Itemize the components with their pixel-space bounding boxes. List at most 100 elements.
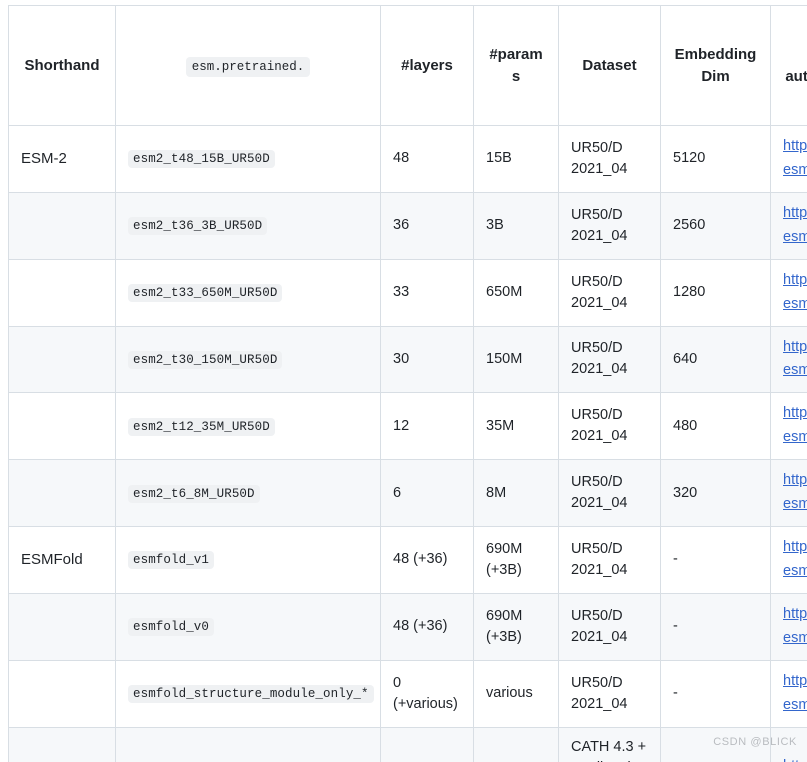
model-url-line-1: https://dl.fbaipublicfiles.com/fair-: [783, 539, 807, 556]
cell-model-url: https://dl.fbaipublicfiles.com/fair-esm/…: [770, 659, 807, 728]
esm-pretrained-models-table: Shorthand esm.pretrained. #layers #param…: [8, 5, 807, 762]
table-row: esm2_t33_650M_UR50D 33 650M UR50/D 2021_04 1…: [8, 258, 807, 327]
cell-model-url: https://dl.fbaipublicfiles.com/fair-esm/…: [770, 125, 807, 193]
cell-layers: 20: [380, 726, 474, 762]
cell-api-name: esm2_t6_8M_UR50D: [115, 459, 381, 528]
model-url-link[interactable]: https://dl.fbaipublicfiles.com/fair-esm/…: [783, 336, 807, 384]
table-header: Shorthand esm.pretrained. #layers #param…: [8, 5, 807, 126]
model-url-link[interactable]: https://dl.fbaipublicfiles.com/fair-esm/…: [783, 202, 807, 250]
table-row: ESM-IF1esm_if1_gvp4_t16_142M_UR5020124MC…: [8, 726, 807, 762]
cell-params: 124M: [473, 726, 559, 762]
cell-model-url: https://dl.fbaipublicfiles.com/fair-esm/…: [770, 191, 807, 260]
page-root: Shorthand esm.pretrained. #layers #param…: [0, 0, 807, 762]
table-body: ESM-2 esm2_t48_15B_UR50D 48 15B UR50/D 2021_…: [8, 125, 807, 762]
column-header-shorthand-label: Shorthand: [24, 56, 100, 74]
cell-embedding-dim: 480: [660, 392, 771, 461]
cell-dataset: UR50/D 2021_04: [558, 125, 661, 193]
cell-dataset: UR50/D 2021_04: [558, 459, 661, 528]
cell-layers: 33: [380, 258, 474, 327]
model-url-line-2: esm/models/esm2_t30_150M_UR50D.pt: [783, 362, 807, 379]
model-url-link[interactable]: https://dl.fbaipublicfiles.com/fair-esm/…: [783, 670, 807, 718]
cell-model-url: https://dl.fbaipublicfiles.com/fair-esm/…: [770, 592, 807, 661]
cell-api-name: esmfold_structure_module_only_*: [115, 659, 381, 728]
model-url-line-2: esm/models/esm2_t6_8M_UR50D.pt: [783, 496, 807, 513]
cell-shorthand: [8, 459, 116, 528]
cell-api-name: esm2_t30_150M_UR50D: [115, 325, 381, 394]
column-header-params-label: #params: [489, 45, 543, 85]
column-header-model-url-label: Model URL. Download automatically loaded…: [785, 67, 807, 85]
api-name-code: esmfold_structure_module_only_*: [128, 685, 374, 704]
model-url-link[interactable]: https://dl.fbaipublicfiles.com/fair-esm/…: [783, 536, 807, 584]
model-url-link[interactable]: https://dl.fbaipublicfiles.com/fair-esm/…: [783, 603, 807, 651]
cell-dataset: UR50/D 2021_04: [558, 526, 661, 594]
cell-model-url: https://dl.fbaipublicfiles.com/fair-esm/…: [770, 726, 807, 762]
column-header-embedding-dim: Embedding Dim: [660, 5, 771, 126]
cell-model-url: https://dl.fbaipublicfiles.com/fair-esm/…: [770, 392, 807, 461]
model-url-line-1: https://dl.fbaipublicfiles.com/fair-: [783, 271, 807, 288]
model-url-line-1: https://dl.fbaipublicfiles.com/fair-: [783, 204, 807, 221]
api-name-code: esm2_t48_15B_UR50D: [128, 150, 275, 169]
model-url-link[interactable]: https://dl.fbaipublicfiles.com/fair-esm/…: [783, 135, 807, 183]
cell-embedding-dim: -: [660, 659, 771, 728]
model-url-line-1: https://dl.fbaipublicfiles.com/fair-: [783, 672, 807, 689]
model-url-line-1: https://dl.fbaipublicfiles.com/fair-: [783, 405, 807, 422]
cell-layers: 30: [380, 325, 474, 394]
cell-api-name: esm2_t36_3B_UR50D: [115, 191, 381, 260]
cell-params: 690M (+3B): [473, 592, 559, 661]
api-name-code: esm2_t30_150M_UR50D: [128, 350, 283, 369]
cell-layers: 12: [380, 392, 474, 461]
cell-api-name: esm2_t12_35M_UR50D: [115, 392, 381, 461]
cell-embedding-dim: 5120: [660, 125, 771, 193]
column-header-embedding-dim-label: Embedding Dim: [674, 45, 757, 85]
api-name-code: esm2_t6_8M_UR50D: [128, 484, 260, 503]
cell-embedding-dim: 320: [660, 459, 771, 528]
cell-embedding-dim: 2560: [660, 191, 771, 260]
cell-shorthand: ESM-2: [8, 125, 116, 193]
api-name-code: esmfold_v1: [128, 551, 215, 570]
cell-shorthand: [8, 392, 116, 461]
table-row: esm2_t6_8M_UR50D 6 8M UR50/D 2021_04 320 http…: [8, 459, 807, 528]
cell-layers: 48: [380, 125, 474, 193]
cell-shorthand: [8, 258, 116, 327]
cell-layers: 0 (+various): [380, 659, 474, 728]
cell-embedding-dim: 512: [660, 726, 771, 762]
cell-shorthand: [8, 191, 116, 260]
column-header-layers-label: #layers: [401, 56, 453, 74]
model-url-line-1: https://dl.fbaipublicfiles.com/fair-: [783, 138, 807, 154]
column-header-api: esm.pretrained.: [115, 5, 381, 126]
table-row: ESMFold esmfold_v1 48 (+36) 690M (+3B) UR50/…: [8, 526, 807, 594]
model-url-line-2: esm/models/esmfold_v0.pt: [783, 629, 807, 646]
cell-params: various: [473, 659, 559, 728]
api-name-code: esm2_t12_35M_UR50D: [128, 417, 275, 436]
model-url-link[interactable]: https://dl.fbaipublicfiles.com/fair-esm/…: [783, 755, 807, 762]
model-url-link[interactable]: https://dl.fbaipublicfiles.com/fair-esm/…: [783, 469, 807, 517]
cell-api-name: esmfold_v0: [115, 592, 381, 661]
model-url-line-1: https://dl.fbaipublicfiles.com/fair-: [783, 472, 807, 489]
cell-dataset: UR50/D 2021_04: [558, 392, 661, 461]
cell-embedding-dim: 1280: [660, 258, 771, 327]
cell-params: 150M: [473, 325, 559, 394]
cell-model-url: https://dl.fbaipublicfiles.com/fair-esm/…: [770, 526, 807, 594]
cell-layers: 6: [380, 459, 474, 528]
cell-layers: 36: [380, 191, 474, 260]
model-url-line-2: esm/models/esmfold_v1.pt: [783, 562, 807, 579]
cell-model-url: https://dl.fbaipublicfiles.com/fair-esm/…: [770, 258, 807, 327]
table-row: esm2_t36_3B_UR50D 36 3B UR50/D 2021_04 2560 h…: [8, 191, 807, 260]
model-url-line-1: https://dl.fbaipublicfiles.com/fair-: [783, 605, 807, 622]
cell-shorthand: [8, 592, 116, 661]
table-row: esmfold_v0 48 (+36) 690M (+3B) UR50/D 2021_…: [8, 592, 807, 661]
api-name-code: esm2_t33_650M_UR50D: [128, 284, 283, 303]
model-url-line-1: https://dl.fbaipublicfiles.com/fair-: [783, 755, 807, 762]
model-url-line-2: esm/models/esm2_t48_15B_UR50D.pt: [783, 161, 807, 178]
table-row: ESM-2 esm2_t48_15B_UR50D 48 15B UR50/D 2021_…: [8, 125, 807, 193]
cell-api-name: esm2_t48_15B_UR50D: [115, 125, 381, 193]
model-url-line-2: esm/models/esm2_t12_35M_UR50D.pt: [783, 429, 807, 446]
cell-embedding-dim: 640: [660, 325, 771, 394]
cell-api-name: esm_if1_gvp4_t16_142M_UR50: [115, 726, 381, 762]
column-header-layers: #layers: [380, 5, 474, 126]
model-url-link[interactable]: https://dl.fbaipublicfiles.com/fair-esm/…: [783, 402, 807, 450]
api-name-code: esm2_t36_3B_UR50D: [128, 217, 268, 236]
model-url-link[interactable]: https://dl.fbaipublicfiles.com/fair-esm/…: [783, 269, 807, 317]
cell-dataset: UR50/D 2021_04: [558, 258, 661, 327]
model-url-line-2: esm/models/esm2_t33_650M_UR50D.pt: [783, 295, 807, 312]
